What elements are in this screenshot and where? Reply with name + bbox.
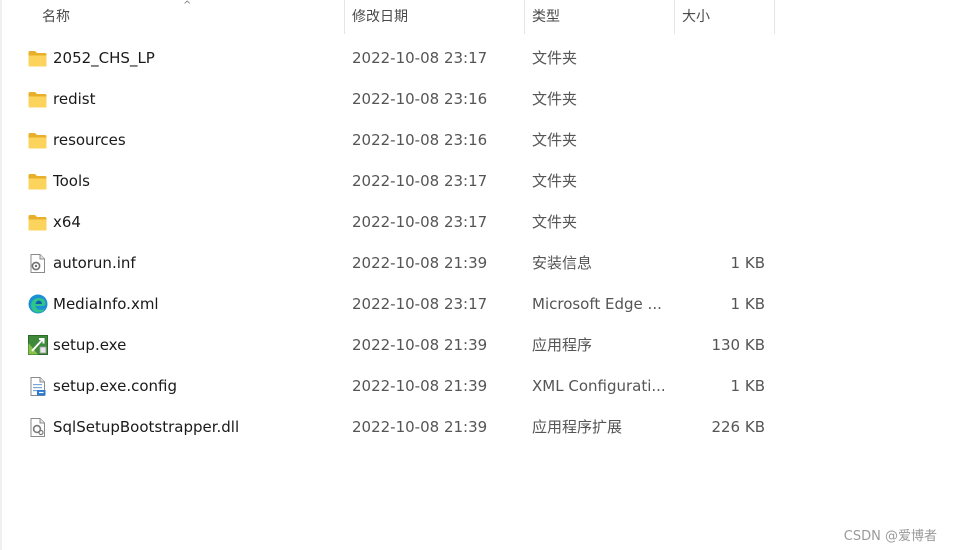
file-date: 2022-10-08 21:39 xyxy=(352,254,488,272)
file-size: 130 KB xyxy=(711,336,765,354)
column-header-type[interactable]: 类型 xyxy=(524,0,674,34)
setup-exe-icon xyxy=(28,335,48,355)
folder-icon xyxy=(28,215,47,231)
watermark-text: CSDN @爱博者 xyxy=(843,529,937,544)
file-date: 2022-10-08 23:17 xyxy=(352,49,488,67)
file-name: 2052_CHS_LP xyxy=(53,49,155,67)
config-file-icon xyxy=(30,377,46,396)
file-row[interactable]: resources 2022-10-08 23:16 文件夹 xyxy=(0,120,953,161)
file-type: 安装信息 xyxy=(532,254,593,272)
column-header-bar: ^ 名称 修改日期 类型 大小 xyxy=(0,0,953,34)
folder-icon xyxy=(28,92,47,108)
file-row[interactable]: 2052_CHS_LP 2022-10-08 23:17 文件夹 xyxy=(0,38,953,79)
file-size xyxy=(676,161,765,202)
column-header-name[interactable]: 名称 xyxy=(34,0,344,34)
folder-icon xyxy=(28,174,47,190)
settings-file-icon xyxy=(30,254,45,273)
file-size: 1 KB xyxy=(730,254,765,272)
file-row[interactable]: SqlSetupBootstrapper.dll 2022-10-08 21:3… xyxy=(0,407,953,448)
file-row[interactable]: x64 2022-10-08 23:17 文件夹 xyxy=(0,202,953,243)
file-name: setup.exe.config xyxy=(53,377,177,395)
file-type: 应用程序 xyxy=(532,336,593,354)
file-row[interactable]: Tools 2022-10-08 23:17 文件夹 xyxy=(0,161,953,202)
file-name: autorun.inf xyxy=(53,254,136,272)
file-size: 1 KB xyxy=(730,377,765,395)
file-size: 226 KB xyxy=(711,418,765,436)
file-row[interactable]: redist 2022-10-08 23:16 文件夹 xyxy=(0,79,953,120)
file-row[interactable]: setup.exe 2022-10-08 21:39 应用程序 130 KB xyxy=(0,325,953,366)
file-date: 2022-10-08 23:16 xyxy=(352,131,488,149)
file-name: SqlSetupBootstrapper.dll xyxy=(53,418,240,436)
file-date: 2022-10-08 21:39 xyxy=(352,377,488,395)
folder-icon xyxy=(28,51,47,67)
file-row[interactable]: setup.exe.config 2022-10-08 21:39 XML Co… xyxy=(0,366,953,407)
file-date: 2022-10-08 21:39 xyxy=(352,418,488,436)
file-type: 文件夹 xyxy=(532,213,578,231)
file-name: Tools xyxy=(53,172,90,190)
file-type: 应用程序扩展 xyxy=(532,418,623,436)
dll-file-icon xyxy=(30,418,45,437)
folder-icon xyxy=(28,133,47,149)
file-date: 2022-10-08 21:39 xyxy=(352,336,488,354)
file-name: setup.exe xyxy=(53,336,127,354)
file-type: Microsoft Edge ... xyxy=(532,295,662,313)
file-date: 2022-10-08 23:17 xyxy=(352,172,488,190)
file-date: 2022-10-08 23:16 xyxy=(352,90,488,108)
file-name: redist xyxy=(53,90,96,108)
column-header-size[interactable]: 大小 xyxy=(674,0,774,34)
file-row[interactable]: MediaInfo.xml 2022-10-08 23:17 Microsoft… xyxy=(0,284,953,325)
file-size xyxy=(676,202,765,243)
file-name: x64 xyxy=(53,213,81,231)
file-size xyxy=(676,79,765,120)
file-size: 1 KB xyxy=(730,295,765,313)
file-size xyxy=(676,120,765,161)
file-type: 文件夹 xyxy=(532,90,578,108)
file-name: MediaInfo.xml xyxy=(53,295,159,313)
file-date: 2022-10-08 23:17 xyxy=(352,295,488,313)
file-row[interactable]: autorun.inf 2022-10-08 21:39 安装信息 1 KB xyxy=(0,243,953,284)
file-type: 文件夹 xyxy=(532,131,578,149)
file-type: XML Configurati... xyxy=(532,377,666,395)
file-name: resources xyxy=(53,131,126,149)
file-size xyxy=(676,38,765,79)
edge-icon xyxy=(28,294,48,314)
column-divider[interactable] xyxy=(774,0,775,34)
file-type: 文件夹 xyxy=(532,172,578,190)
file-type: 文件夹 xyxy=(532,49,578,67)
column-header-date[interactable]: 修改日期 xyxy=(344,0,524,34)
file-date: 2022-10-08 23:17 xyxy=(352,213,488,231)
